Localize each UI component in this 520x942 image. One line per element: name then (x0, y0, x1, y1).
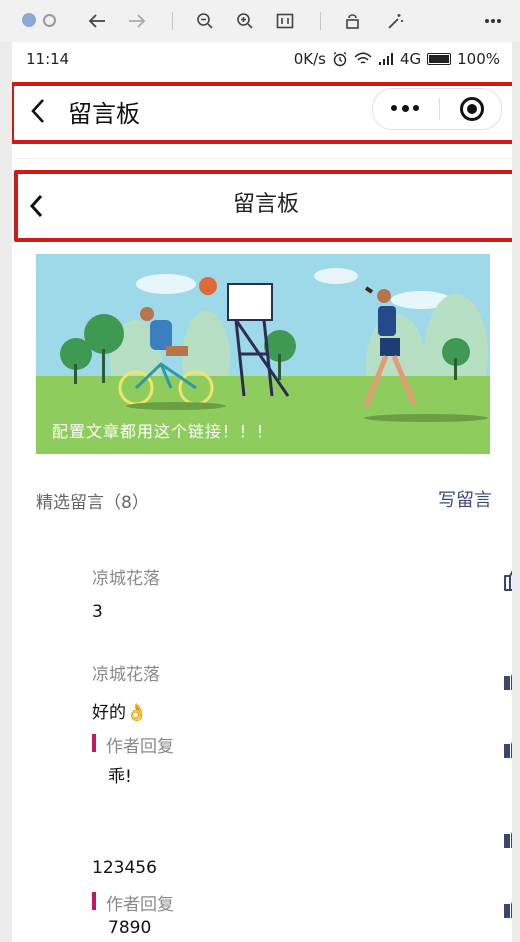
comment-text: 123456 (92, 858, 157, 878)
wifi-icon (354, 52, 372, 64)
back-icon[interactable] (26, 96, 52, 126)
write-comment-link[interactable]: 写留言 (438, 486, 492, 512)
close-miniprogram-icon[interactable] (460, 97, 484, 121)
author-reply-label: 作者回复 (92, 732, 174, 757)
author-reply-label: 作者回复 (92, 890, 174, 915)
comment-item: 凉城花落 好的👌 2 作者回复 乖! 2 (92, 648, 512, 798)
background-window-edge (0, 42, 12, 942)
alarm-icon (333, 51, 347, 67)
section-label: 精选留言（8） (36, 493, 149, 513)
comment-text: 3 (92, 602, 103, 622)
zoom-out-icon[interactable] (192, 8, 218, 34)
thumb-up-filled-icon (504, 674, 512, 690)
banner-caption: 配置文章都用这个链接！！！ (52, 422, 274, 441)
capsule-divider (439, 98, 440, 120)
reply-text: 乖! (108, 767, 132, 787)
network-type: 4G (399, 50, 422, 68)
battery-icon (427, 53, 452, 65)
thumb-up-filled-icon (504, 742, 512, 758)
reply-text: 7890 (108, 918, 152, 938)
comment-author: 凉城花落 (92, 569, 160, 589)
more-options-icon[interactable] (391, 96, 419, 120)
status-time: 11:14 (26, 50, 70, 68)
comments-section-header: 精选留言（8） 写留言 (36, 486, 492, 516)
status-bar: 11:14 0K/s 4G 100% (12, 42, 512, 76)
thumb-up-outline-icon (504, 570, 512, 591)
like-button[interactable]: 1 (502, 820, 512, 852)
like-button[interactable]: 2 (502, 662, 512, 694)
network-speed: 0K/s (293, 50, 326, 68)
divider (12, 158, 512, 159)
background-window-edge (512, 42, 520, 942)
toolbar-separator (320, 12, 321, 30)
phone-screen: 11:14 0K/s 4G 100% 留言板 留言板 配置文章都用这个链接！！！… (12, 42, 512, 942)
more-icon[interactable] (480, 8, 506, 34)
reply-like-button[interactable]: 2 (502, 730, 512, 762)
thumb-up-filled-icon (504, 902, 512, 918)
fit-icon[interactable] (272, 8, 298, 34)
signal-icon (378, 53, 393, 65)
reply-like-button[interactable]: 1 (502, 890, 512, 922)
magic-wand-icon[interactable] (382, 8, 408, 34)
close-icon[interactable] (22, 13, 36, 27)
rotate-icon[interactable] (340, 8, 366, 34)
battery-level: 100% (457, 50, 500, 68)
zoom-in-icon[interactable] (232, 8, 258, 34)
like-button[interactable]: 0 (502, 562, 512, 594)
toolbar-separator (172, 12, 173, 30)
capsule-menu (372, 88, 502, 130)
thumb-up-filled-icon (504, 832, 512, 848)
comment-text: 好的👌 (92, 703, 148, 723)
banner-image[interactable]: 配置文章都用这个链接！！！ (36, 254, 490, 454)
stop-icon[interactable] (43, 14, 56, 27)
browser-toolbar (0, 0, 520, 43)
page-title: 留言板 (232, 192, 299, 217)
comment-author: 凉城花落 (92, 665, 160, 685)
comment-item: 1 123456 作者回复 7890 1 (92, 818, 512, 942)
nav-title: 留言板 (68, 100, 140, 128)
page-header: 留言板 (16, 174, 512, 238)
comment-item: 凉城花落 3 0 (92, 560, 512, 630)
back-icon[interactable] (84, 8, 110, 34)
navigation-bar: 留言板 (12, 82, 512, 144)
forward-icon[interactable] (124, 8, 150, 34)
